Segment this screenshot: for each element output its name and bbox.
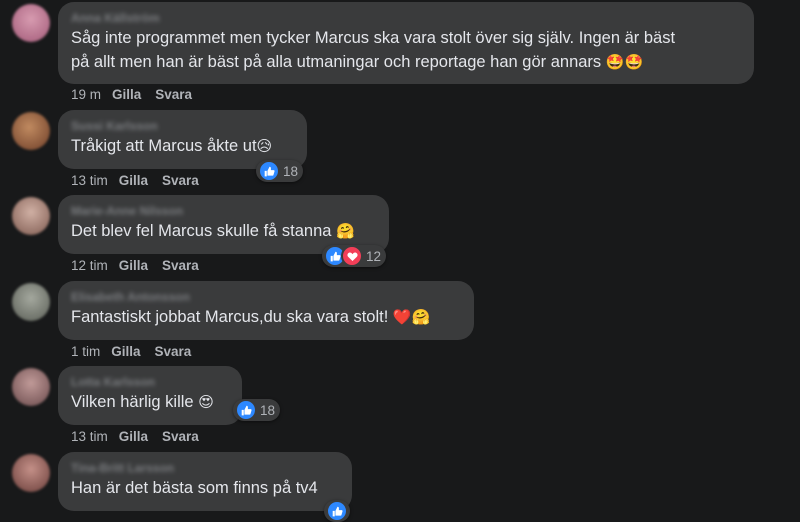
avatar[interactable] xyxy=(12,112,50,150)
heart-icon xyxy=(341,245,363,267)
timestamp[interactable]: 13 tim xyxy=(71,429,108,444)
avatar[interactable] xyxy=(12,4,50,42)
like-button[interactable]: Gilla xyxy=(119,258,148,273)
comment-text: Såg inte programmet men tycker Marcus sk… xyxy=(71,29,676,47)
comment-text: Han är det bästa som finns på tv4 xyxy=(71,479,318,497)
timestamp[interactable]: 1 tim xyxy=(71,344,100,359)
sad-emoji: 😥 xyxy=(256,137,273,155)
commenter-name-blurred[interactable]: Elisabeth Antonsson xyxy=(71,289,462,305)
comment-text: Fantastiskt jobbat Marcus,du ska vara st… xyxy=(71,308,431,326)
comment-text-line2: på allt men han är bäst på alla utmaning… xyxy=(71,53,644,71)
reaction-summary[interactable]: 18 xyxy=(233,399,281,421)
heart-eyes-emoji: 😍 xyxy=(198,393,214,411)
reply-button[interactable]: Svara xyxy=(162,429,199,444)
reply-button[interactable]: Svara xyxy=(155,344,192,359)
reaction-count: 18 xyxy=(283,163,299,179)
commenter-name-blurred[interactable]: Lotta Karlsson xyxy=(71,374,230,390)
reply-button[interactable]: Svara xyxy=(162,173,199,188)
commenter-name-blurred[interactable]: Sussi Karlsson xyxy=(71,118,295,134)
comment-actions: 13 tim Gilla Svara xyxy=(71,429,213,444)
avatar[interactable] xyxy=(12,368,50,406)
comment-actions: 12 tim Gilla Svara xyxy=(71,258,213,273)
thumbs-up-icon xyxy=(258,160,280,182)
commenter-name-blurred[interactable]: Tina-Britt Larsson xyxy=(71,460,340,476)
thumbs-up-icon xyxy=(326,500,348,522)
comment-bubble: Elisabeth Antonsson Fantastiskt jobbat M… xyxy=(58,281,474,340)
comment-text: Tråkigt att Marcus åkte ut😥 xyxy=(71,137,273,155)
avatar[interactable] xyxy=(12,197,50,235)
reaction-summary[interactable]: 12 xyxy=(322,245,387,267)
timestamp[interactable]: 19 m xyxy=(71,87,101,102)
hugging-emoji: 🤗 xyxy=(336,222,355,240)
commenter-name-blurred[interactable]: Anna Källström xyxy=(71,10,742,26)
reaction-count: 12 xyxy=(366,248,382,264)
heart-hugging-emoji: ❤️🤗 xyxy=(392,308,431,326)
reaction-summary[interactable]: 18 xyxy=(256,160,304,182)
like-button[interactable]: Gilla xyxy=(119,429,148,444)
comment-actions: 13 tim Gilla Svara xyxy=(71,173,213,188)
comment-bubble: Tina-Britt Larsson Han är det bästa som … xyxy=(58,452,352,511)
comment-actions: 1 tim Gilla Svara xyxy=(71,344,205,359)
comment-text: Vilken härlig kille 😍 xyxy=(71,393,214,411)
star-struck-emoji: 🤩🤩 xyxy=(605,53,644,71)
timestamp[interactable]: 13 tim xyxy=(71,173,108,188)
comment-actions: 19 m Gilla Svara xyxy=(71,87,206,102)
avatar[interactable] xyxy=(12,454,50,492)
like-button[interactable]: Gilla xyxy=(112,87,141,102)
timestamp[interactable]: 12 tim xyxy=(71,258,108,273)
comment-bubble: Anna Källström Såg inte programmet men t… xyxy=(58,2,754,84)
reply-button[interactable]: Svara xyxy=(155,87,192,102)
thumbs-up-icon xyxy=(235,399,257,421)
like-button[interactable]: Gilla xyxy=(111,344,140,359)
commenter-name-blurred[interactable]: Marie-Anne Nilsson xyxy=(71,203,377,219)
reaction-count: 18 xyxy=(260,402,276,418)
avatar[interactable] xyxy=(12,283,50,321)
reply-button[interactable]: Svara xyxy=(162,258,199,273)
reaction-summary[interactable] xyxy=(324,500,350,522)
comment-bubble: Lotta Karlsson Vilken härlig kille 😍 xyxy=(58,366,242,425)
comment-text: Det blev fel Marcus skulle få stanna 🤗 xyxy=(71,222,355,240)
like-button[interactable]: Gilla xyxy=(119,173,148,188)
